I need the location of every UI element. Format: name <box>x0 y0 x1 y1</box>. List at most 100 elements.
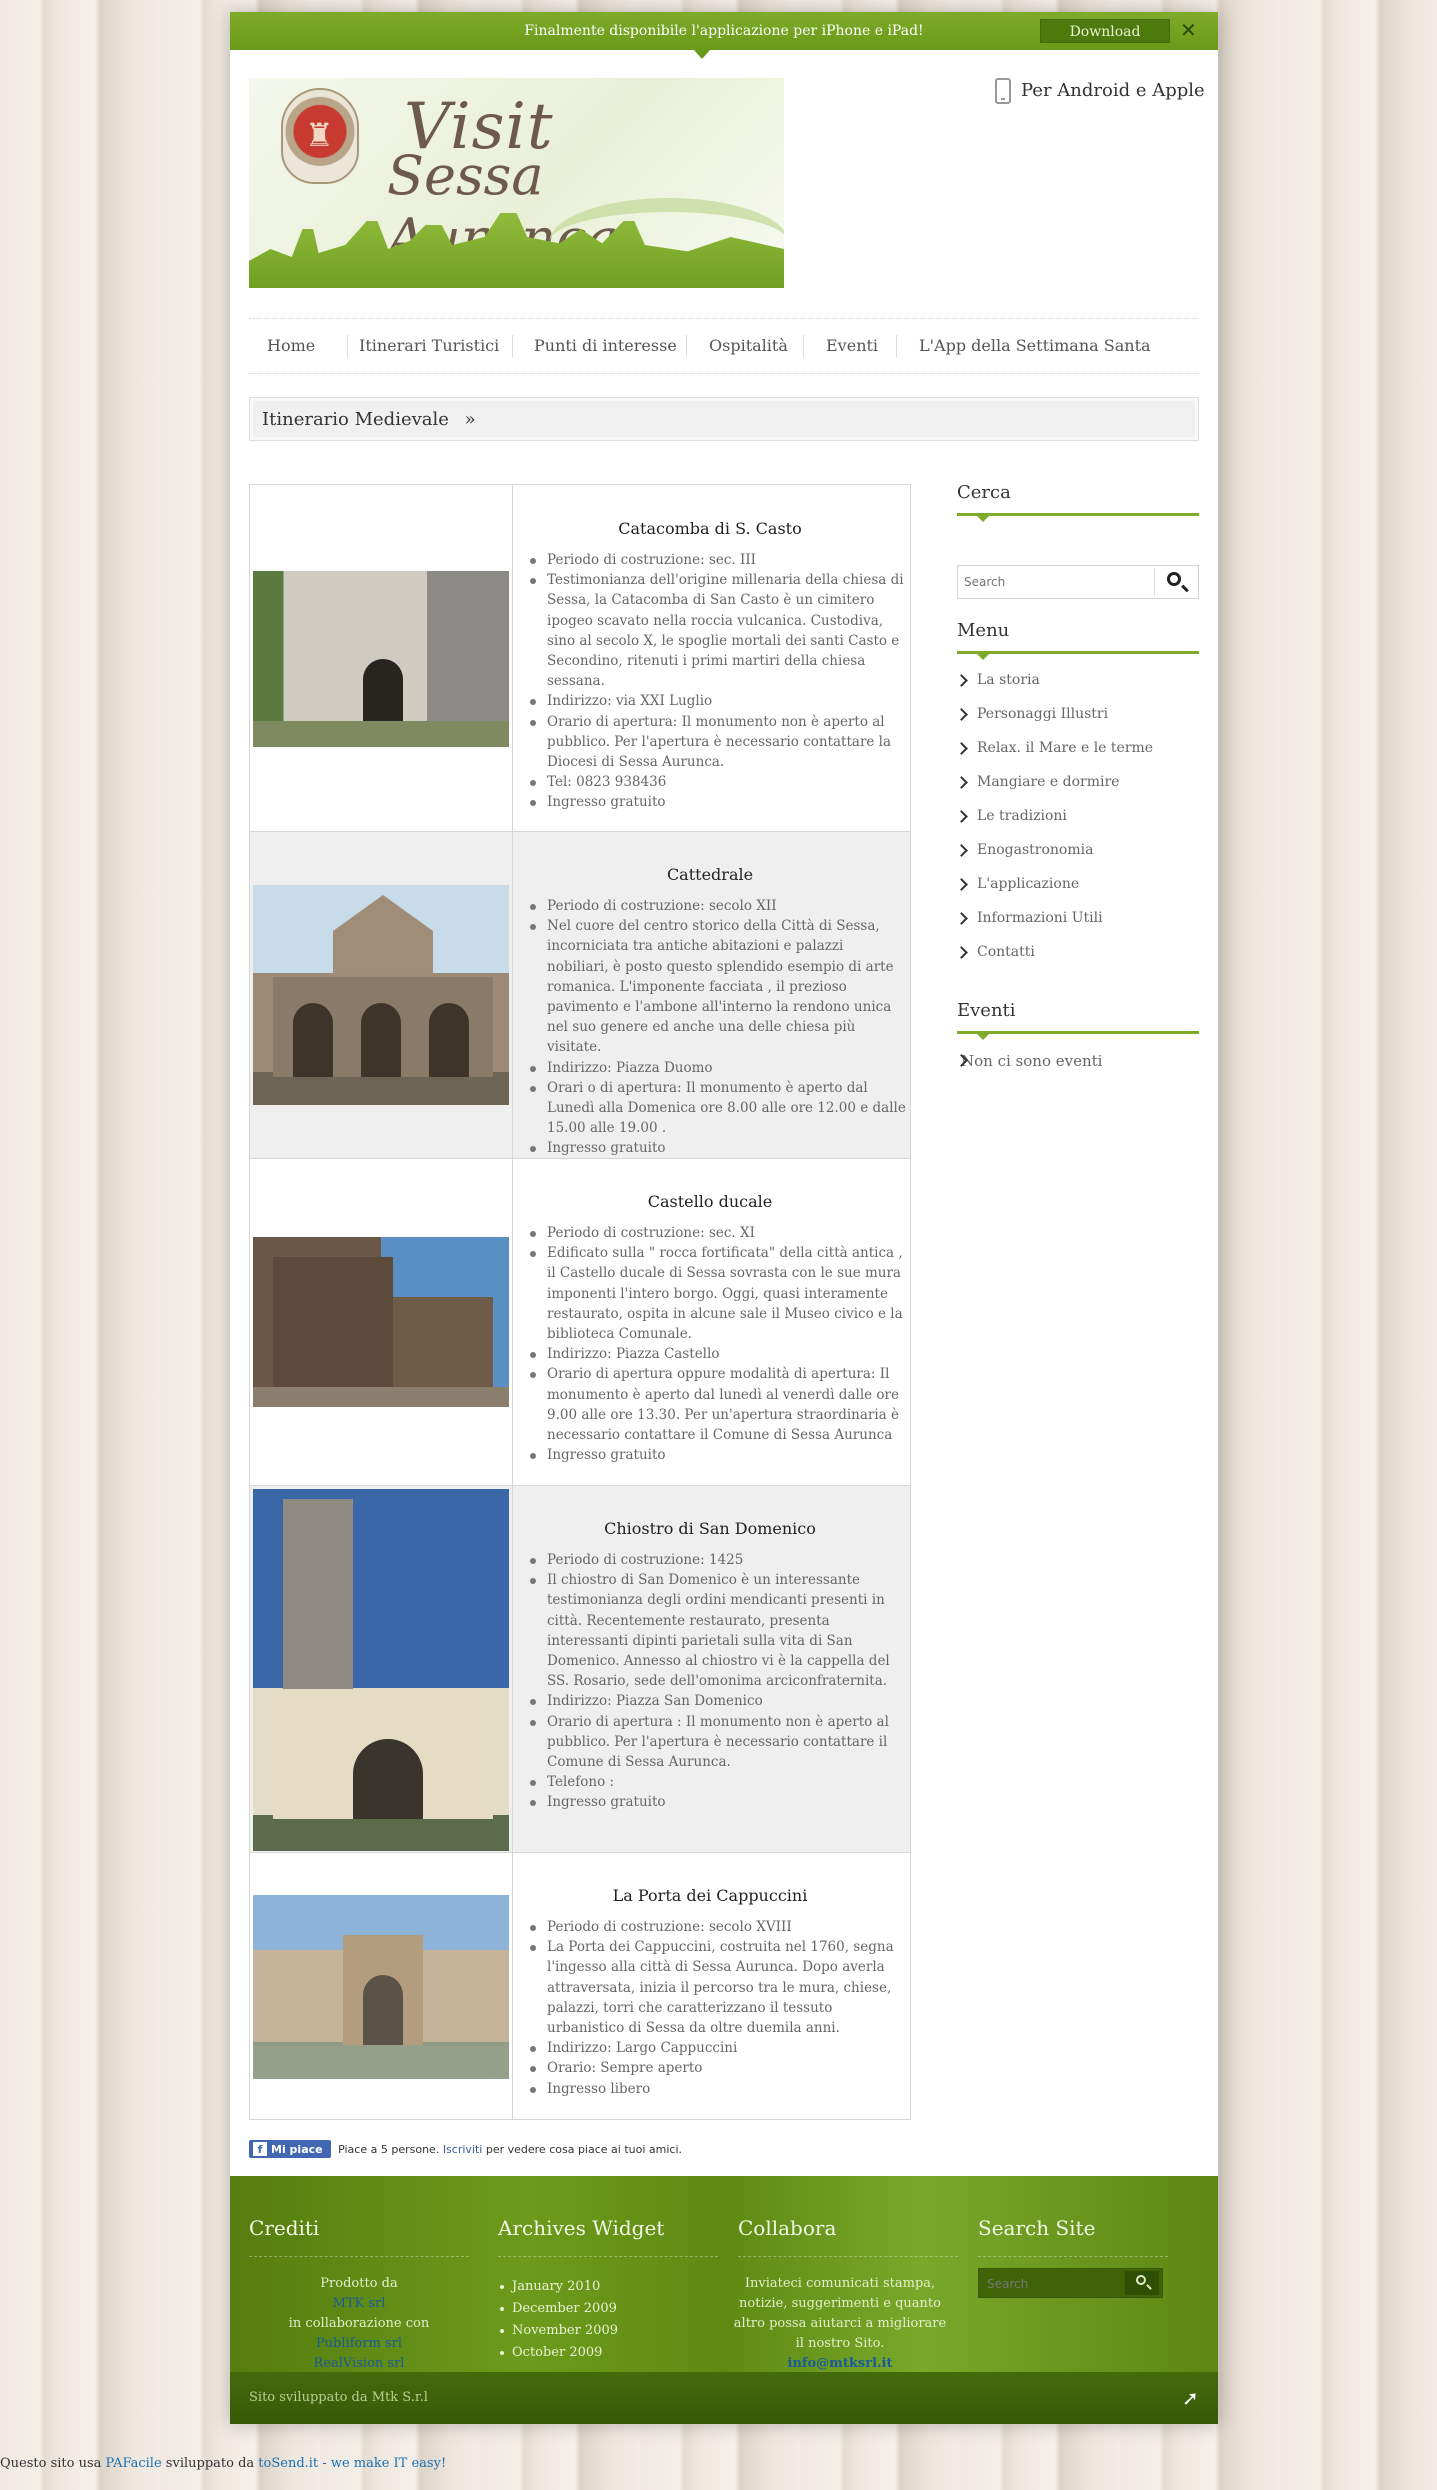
list-item: Orario di apertura : Il monumento non è … <box>527 1712 906 1773</box>
list-item: Il chiostro di San Domenico è un interes… <box>527 1570 906 1691</box>
nav-item-itinerari[interactable]: Itinerari Turistici <box>359 336 499 355</box>
sidebar-item-tradizioni[interactable]: Le tradizioni <box>957 808 1067 824</box>
app-notification-bar: Finalmente disponibile l'applicazione pe… <box>230 12 1218 59</box>
photo-catacomba[interactable] <box>253 571 509 747</box>
archives-list: January 2010 December 2009 November 2009… <box>500 2276 618 2364</box>
text-cell: Catacomba di S. Casto Periodo di costruz… <box>514 485 912 831</box>
archive-link[interactable]: January 2010 <box>500 2276 618 2298</box>
footer-search: Search Site <box>978 2216 1168 2257</box>
nav-item-ospitalita[interactable]: Ospitalità <box>709 336 788 355</box>
footer-rule <box>498 2256 718 2257</box>
list-item: Indirizzo: via XXI Luglio <box>527 691 906 711</box>
image-cell <box>250 832 513 1158</box>
list-item: Ingresso gratuito <box>527 1792 906 1812</box>
pafacile-link[interactable]: PAFacile <box>106 2456 162 2471</box>
table-row: Castello ducale Periodo di costruzione: … <box>250 1158 910 1485</box>
nav-item-app[interactable]: L'App della Settimana Santa <box>919 336 1151 355</box>
sidebar-search-title: Cerca <box>957 482 1011 503</box>
place-details: Periodo di costruzione: sec. XI Edificat… <box>527 1223 906 1465</box>
archive-link[interactable]: October 2009 <box>500 2342 618 2364</box>
place-details: Periodo di costruzione: sec. III Testimo… <box>527 550 906 813</box>
sidebar-rule <box>957 651 1199 660</box>
nav-item-eventi[interactable]: Eventi <box>826 336 878 355</box>
sidebar-item-mangiare[interactable]: Mangiare e dormire <box>957 774 1119 790</box>
credit-middle: sviluppato da <box>165 2456 255 2471</box>
breadcrumb: Itinerario Medievale » <box>249 397 1199 441</box>
footer-collabora: Collabora <box>738 2216 958 2257</box>
table-row: Catacomba di S. Casto Periodo di costruz… <box>250 485 910 831</box>
image-cell <box>250 1159 513 1485</box>
facebook-icon: f <box>253 2142 267 2156</box>
list-item: Ingresso libero <box>527 2079 906 2099</box>
list-item: Nel cuore del centro storico della Città… <box>527 916 906 1057</box>
table-row: Cattedrale Periodo di costruzione: secol… <box>250 831 910 1158</box>
apps-label: Per Android e Apple <box>1021 80 1205 101</box>
back-to-top-icon[interactable]: ➚ <box>1182 2386 1199 2410</box>
crest-icon: ♜ <box>281 88 359 184</box>
list-item: Indirizzo: Piazza Castello <box>527 1344 906 1364</box>
footer-search-button[interactable] <box>1125 2271 1159 2295</box>
tosend-link[interactable]: toSend.it - we make IT easy! <box>258 2456 446 2471</box>
footer-search-title: Search Site <box>978 2216 1096 2240</box>
photo-porta[interactable] <box>253 1895 509 2079</box>
apps-link[interactable]: Per Android e Apple <box>995 78 1205 104</box>
download-button[interactable]: Download <box>1040 19 1170 43</box>
footer-credits: Crediti <box>249 2216 469 2257</box>
sidebar-item-contatti[interactable]: Contatti <box>957 944 1035 960</box>
sidebar-search-box <box>957 565 1199 599</box>
credits-link-mtk[interactable]: MTK srl <box>249 2294 469 2314</box>
list-item: Ingresso gratuito <box>527 1138 906 1158</box>
sidebar-item-enogastronomia[interactable]: Enogastronomia <box>957 842 1093 858</box>
list-item: Periodo di costruzione: 1425 <box>527 1550 906 1570</box>
sidebar-item-info[interactable]: Informazioni Utili <box>957 910 1103 926</box>
footer-collabora-text: Inviateci comunicati stampa, notizie, su… <box>730 2274 950 2374</box>
sidebar-item-storia[interactable]: La storia <box>957 672 1040 688</box>
place-title: La Porta dei Cappuccini <box>612 1886 808 1905</box>
credits-link-publiform[interactable]: Publiform srl <box>249 2334 469 2354</box>
place-title: Chiostro di San Domenico <box>604 1519 816 1538</box>
nav-item-punti[interactable]: Punti di interesse <box>534 336 677 355</box>
image-cell <box>250 1853 513 2119</box>
collabora-email-link[interactable]: info@mtksrl.it <box>730 2354 950 2374</box>
sidebar-item-applicazione[interactable]: L'applicazione <box>957 876 1079 892</box>
image-cell <box>250 1486 513 1852</box>
nav-separator <box>803 335 804 357</box>
nav-separator <box>347 335 348 357</box>
place-details: Periodo di costruzione: 1425 Il chiostro… <box>527 1550 906 1813</box>
list-item: Edificato sulla " rocca fortificata" del… <box>527 1243 906 1344</box>
list-item: Indirizzo: Largo Cappuccini <box>527 2038 906 2058</box>
text-cell: La Porta dei Cappuccini Periodo di costr… <box>514 1853 912 2119</box>
archive-link[interactable]: December 2009 <box>500 2298 618 2320</box>
list-item: Periodo di costruzione: sec. XI <box>527 1223 906 1243</box>
facebook-signup-link[interactable]: Iscriviti <box>443 2143 483 2156</box>
collabora-line: il nostro Sito. <box>795 2336 885 2351</box>
nav-item-home[interactable]: Home <box>267 336 315 355</box>
bottom-bar: Sito sviluppato da Mtk S.r.l ➚ <box>230 2372 1218 2424</box>
footer-archives-title: Archives Widget <box>498 2216 665 2240</box>
credits-link-realvision[interactable]: RealVision srl <box>249 2354 469 2374</box>
place-title: Catacomba di S. Casto <box>618 519 802 538</box>
list-item: Orario: Sempre aperto <box>527 2058 906 2078</box>
facebook-count-text: Piace a 5 persone. <box>338 2143 440 2156</box>
photo-chiostro[interactable] <box>253 1489 509 1851</box>
sidebar-rule <box>957 1031 1199 1040</box>
sidebar-item-relax[interactable]: Relax. il Mare e le terme <box>957 740 1153 756</box>
list-item: Orario di apertura: Il monumento non è a… <box>527 712 906 773</box>
footer-search-input[interactable] <box>987 2275 1117 2293</box>
photo-castello[interactable] <box>253 1237 509 1407</box>
footer: Crediti Prodotto da MTK srl in collabora… <box>230 2176 1218 2372</box>
close-icon[interactable]: ✕ <box>1180 18 1197 42</box>
footer-rule <box>978 2256 1168 2257</box>
footer-search-box <box>978 2268 1163 2298</box>
facebook-like-button[interactable]: f Mi piace <box>249 2140 331 2158</box>
site-logo[interactable]: ♜ Visit Sessa Aurunca <box>249 78 784 288</box>
sidebar-search-input[interactable] <box>964 572 1144 592</box>
notification-arrow <box>694 50 710 59</box>
nav-separator <box>512 335 513 357</box>
collabora-line: notizie, suggerimenti e quanto <box>739 2296 941 2311</box>
photo-cattedrale[interactable] <box>253 885 509 1105</box>
sidebar-events-title: Eventi <box>957 1000 1016 1021</box>
sidebar-search-button[interactable] <box>1154 568 1196 596</box>
sidebar-item-personaggi[interactable]: Personaggi Illustri <box>957 706 1108 722</box>
archive-link[interactable]: November 2009 <box>500 2320 618 2342</box>
